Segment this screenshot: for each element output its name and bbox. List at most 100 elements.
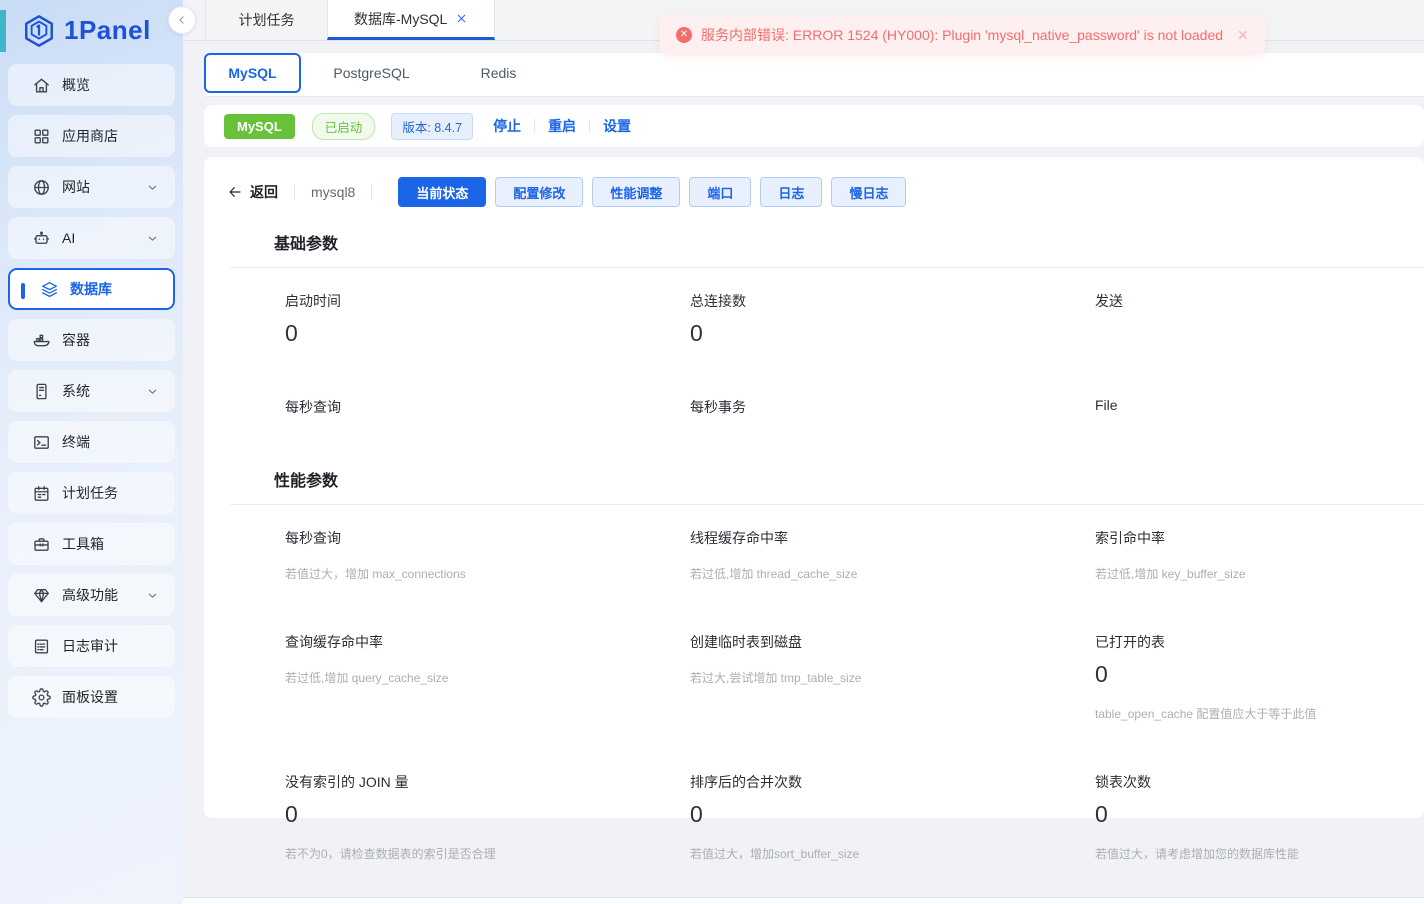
toolbox-icon [32,535,51,554]
divider [534,119,535,133]
field-cell: 每秒查询 [285,397,690,444]
tab-close[interactable] [455,12,468,25]
tab-close-icon [455,12,468,25]
field-label: 创建临时表到磁盘 [690,632,802,652]
field-hint: 若过低,增加 thread_cache_size [690,565,857,582]
detail-nav-button[interactable]: 配置修改 [495,177,583,207]
field-cell: 每秒事务 [690,397,1095,444]
audit-icon [32,637,51,656]
field-cell: 没有索引的 JOIN 量0若不为0，请检查数据表的索引是否合理 [285,772,690,889]
sidebar-item-label: 应用商店 [62,126,118,146]
back-button[interactable]: 返回 [227,182,278,202]
appstore-icon-wrap [32,127,51,146]
sidebar-item-globe[interactable]: 网站 [8,166,175,208]
field-label: 已打开的表 [1095,632,1165,652]
toolbox-icon-wrap [32,535,51,554]
toast-close-icon[interactable]: ✕ [1237,27,1249,44]
action-0[interactable]: 停止 [493,116,521,136]
active-indicator [21,283,25,299]
sidebar: 1Panel 概览应用商店网站 AI 数据库容器系统终端计划任务工具箱高级功能日志审… [0,0,183,904]
sidebar-item-terminal[interactable]: 终端 [8,421,175,463]
section-title: 基础参数 [274,230,1424,254]
arrow-left-icon [227,184,243,200]
detail-nav-button[interactable]: 当前状态 [398,177,486,207]
terminal-icon [32,433,51,452]
error-circle-icon: ✕ [676,27,692,43]
field-cell: 线程缓存命中率若过低,增加 thread_cache_size [690,528,1095,609]
audit-icon-wrap [32,637,51,656]
sidebar-item-home[interactable]: 概览 [8,64,175,106]
db-tab-redis[interactable]: Redis [450,53,547,93]
robot-icon-wrap [32,229,51,248]
db-type-tabs: MySQL PostgreSQL Redis [204,53,1424,97]
sidebar-item-audit[interactable]: 日志审计 [8,625,175,667]
window-tab[interactable]: 计划任务 [205,0,327,40]
window-tab-label: 计划任务 [239,10,295,30]
field-value: 0 [690,320,703,347]
field-hint: 若值过大，增加sort_buffer_size [690,845,859,862]
db-tab-mysql[interactable]: MySQL [204,53,301,93]
chevron-down-icon [146,181,159,194]
chevron-wrap [146,232,159,245]
detail-nav-buttons: 当前状态配置修改性能调整端口日志慢日志 [398,177,906,207]
sidebar-item-diamond[interactable]: 高级功能 [8,574,175,616]
database-icon [40,280,59,299]
logo[interactable]: 1Panel [0,0,183,48]
field-cell: 每秒查询若值过大，增加 max_connections [285,528,690,609]
field-label: 每秒查询 [285,397,341,417]
sidebar-item-database[interactable]: 数据库 [8,268,175,310]
field-label: 启动时间 [285,291,341,311]
detail-nav-button[interactable]: 性能调整 [592,177,680,207]
detail-sections: 基础参数启动时间0总连接数0发送每秒查询每秒事务File性能参数每秒查询若值过大… [204,230,1424,889]
chevron-wrap [146,181,159,194]
error-toast: ✕ 服务内部错误: ERROR 1524 (HY000): Plugin 'my… [660,15,1265,55]
divider [371,184,372,200]
sidebar-collapse-button[interactable] [168,6,196,34]
sidebar-item-toolbox[interactable]: 工具箱 [8,523,175,565]
field-hint: table_open_cache 配置值应大于等于此值 [1095,705,1316,722]
sidebar-item-appstore[interactable]: 应用商店 [8,115,175,157]
chevron-left-icon [175,13,189,27]
bottom-scroll-strip[interactable] [183,897,1424,904]
sidebar-item-robot[interactable]: AI [8,217,175,259]
running-state-badge: 已启动 [312,113,376,140]
field-row: 没有索引的 JOIN 量0若不为0，请检查数据表的索引是否合理排序后的合并次数0… [285,772,1424,889]
detail-nav-button[interactable]: 端口 [689,177,751,207]
field-cell: 排序后的合并次数0若值过大，增加sort_buffer_size [690,772,1095,889]
sidebar-nav: 概览应用商店网站 AI 数据库容器系统终端计划任务工具箱高级功能日志审计面板设置 [0,64,183,718]
sidebar-item-settings[interactable]: 面板设置 [8,676,175,718]
field-label: 每秒查询 [285,528,341,548]
window-tab[interactable]: 数据库-MySQL [327,0,495,40]
back-label: 返回 [250,182,278,202]
sidebar-item-calendar[interactable]: 计划任务 [8,472,175,514]
sidebar-item-label: 网站 [62,177,90,197]
field-label: 每秒事务 [690,397,746,417]
section-divider [230,267,1424,268]
action-1[interactable]: 重启 [548,116,576,136]
settings-icon-wrap [32,688,51,707]
field-cell: 启动时间0 [285,291,690,374]
field-label: 线程缓存命中率 [690,528,788,548]
detail-nav-button[interactable]: 慢日志 [831,177,906,207]
field-hint: 若过低,增加 key_buffer_size [1095,565,1246,582]
chevron-down-icon [146,385,159,398]
db-tab-postgresql[interactable]: PostgreSQL [323,53,420,93]
home-icon [32,76,51,95]
detail-nav-button[interactable]: 日志 [760,177,822,207]
container-icon [32,331,51,350]
instance-name: mysql8 [311,184,355,200]
sidebar-item-system[interactable]: 系统 [8,370,175,412]
status-bar: MySQL 已启动 版本: 8.4.7 停止重启设置 [204,105,1424,147]
calendar-icon-wrap [32,484,51,503]
sidebar-item-label: 数据库 [70,279,112,299]
action-2[interactable]: 设置 [603,116,631,136]
error-toast-message: 服务内部错误: ERROR 1524 (HY000): Plugin 'mysq… [701,25,1223,45]
chevron-wrap [146,385,159,398]
sidebar-item-container[interactable]: 容器 [8,319,175,361]
diamond-icon-wrap [32,586,51,605]
field-label: 发送 [1095,291,1123,311]
chevron-down-icon [146,589,159,602]
sidebar-accent-strip [0,10,6,52]
field-label: 排序后的合并次数 [690,772,802,792]
field-hint: 若值过大，请考虑增加您的数据库性能 [1095,845,1299,862]
